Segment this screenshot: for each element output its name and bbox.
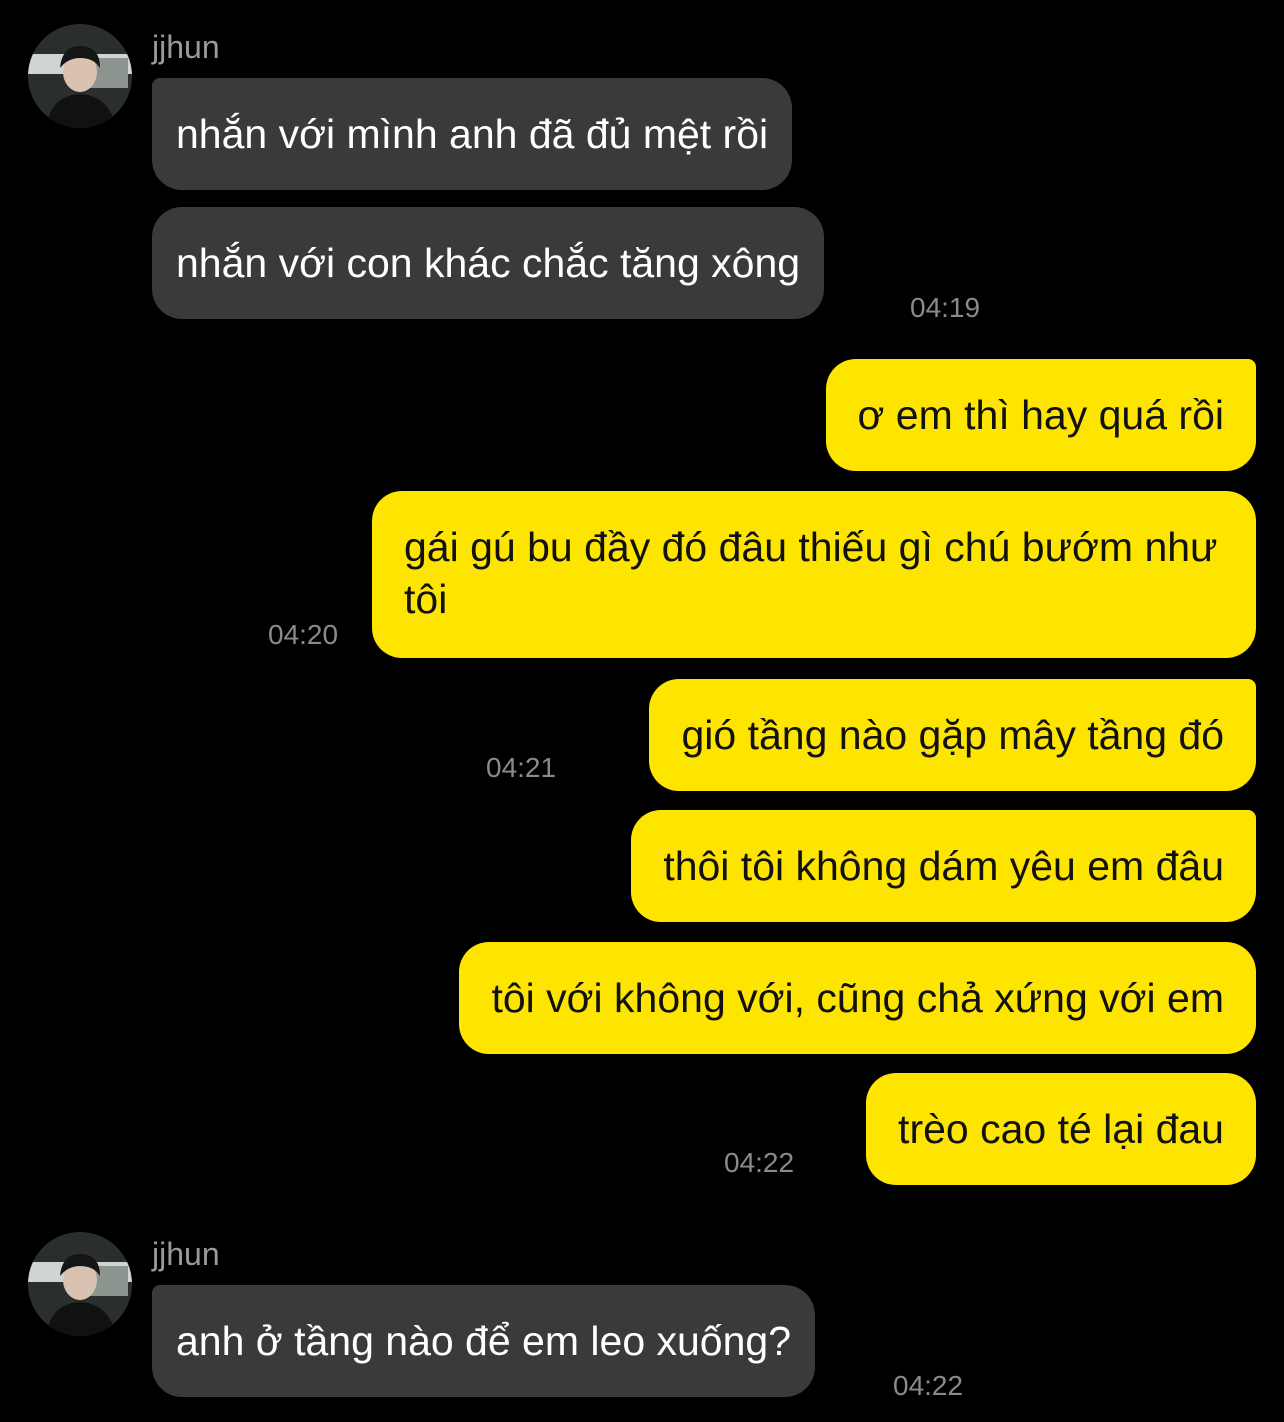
sender-name: jjhun bbox=[152, 29, 220, 65]
avatar[interactable] bbox=[28, 24, 132, 128]
message-timestamp: 04:22 bbox=[724, 1147, 795, 1178]
incoming-message[interactable]: anh ở tầng nào để em leo xuống? bbox=[152, 1285, 816, 1397]
outgoing-message[interactable]: trèo cao té lại đau bbox=[866, 1073, 1256, 1185]
outgoing-message[interactable]: gió tầng nào gặp mây tầng đó bbox=[649, 679, 1256, 791]
incoming-message[interactable]: nhắn với con khác chắc tăng xông bbox=[152, 207, 825, 319]
outgoing-message[interactable]: ơ em thì hay quá rồi bbox=[825, 359, 1256, 471]
message-text: trèo cao té lại đau bbox=[898, 1106, 1224, 1152]
profile-photo-icon bbox=[28, 1232, 132, 1336]
message-timestamp: 04:19 bbox=[910, 292, 981, 323]
message-text: nhắn với mình anh đã đủ mệt rồi bbox=[176, 111, 769, 157]
avatar[interactable] bbox=[28, 1232, 132, 1336]
message-text: tôi với không với, cũng chả xứng với em bbox=[491, 975, 1224, 1021]
incoming-message[interactable]: nhắn với mình anh đã đủ mệt rồi bbox=[152, 78, 793, 190]
message-text: nhắn với con khác chắc tăng xông bbox=[176, 240, 801, 286]
sender-name: jjhun bbox=[152, 1236, 220, 1272]
message-timestamp: 04:22 bbox=[893, 1370, 964, 1401]
message-text: anh ở tầng nào để em leo xuống? bbox=[176, 1318, 792, 1364]
message-timestamp: 04:20 bbox=[268, 619, 339, 650]
message-text: gái gú bu đầy đó đâu thiếu gì chú bướm n… bbox=[404, 524, 1218, 622]
outgoing-message[interactable]: gái gú bu đầy đó đâu thiếu gì chú bướm n… bbox=[372, 491, 1256, 658]
message-timestamp: 04:21 bbox=[486, 752, 557, 783]
outgoing-message[interactable]: tôi với không với, cũng chả xứng với em bbox=[459, 942, 1256, 1054]
message-text: gió tầng nào gặp mây tầng đó bbox=[681, 712, 1224, 758]
profile-photo-icon bbox=[28, 24, 132, 128]
outgoing-message[interactable]: thôi tôi không dám yêu em đâu bbox=[631, 810, 1256, 922]
message-text: ơ em thì hay quá rồi bbox=[857, 392, 1224, 438]
message-text: thôi tôi không dám yêu em đâu bbox=[663, 843, 1224, 889]
